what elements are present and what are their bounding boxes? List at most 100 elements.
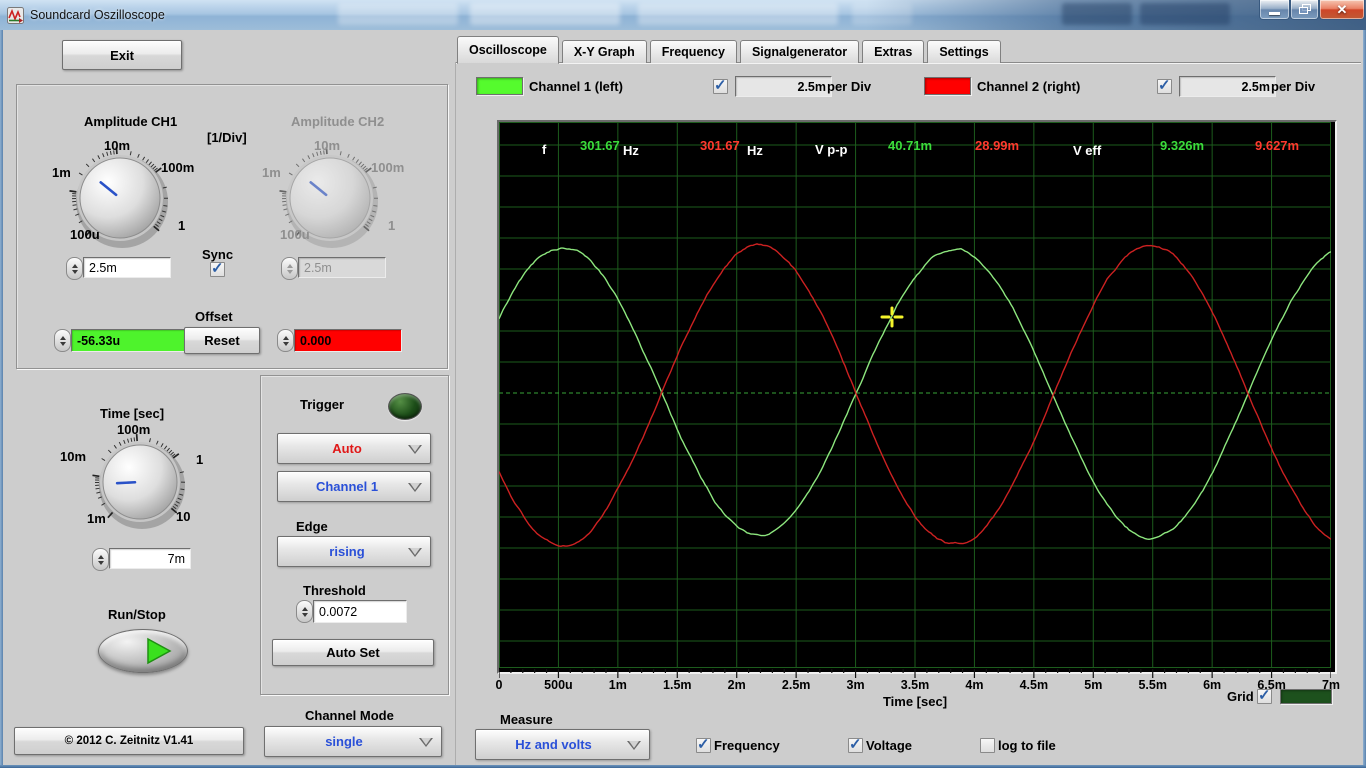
- auto-set-button[interactable]: Auto Set: [272, 639, 434, 666]
- minimize-button[interactable]: [1259, 0, 1290, 20]
- title-bar[interactable]: Soundcard Oszilloscope ✕: [0, 0, 1366, 30]
- trigger-edge-dropdown[interactable]: rising: [277, 536, 431, 567]
- knob-scale-label: 100m: [161, 160, 195, 175]
- channel1-color-swatch: [476, 77, 523, 95]
- knob-scale-label: 10m: [104, 138, 131, 153]
- x-tick-label: 500u: [544, 678, 573, 692]
- measurement-value: V eff: [1073, 143, 1102, 158]
- measurement-value: f: [542, 142, 547, 157]
- window-frame: [0, 30, 3, 768]
- log-to-file-checkbox[interactable]: [980, 738, 995, 753]
- amplitude-ch2-value[interactable]: 2.5m: [298, 257, 386, 278]
- tab-oscilloscope[interactable]: Oscilloscope: [457, 36, 559, 64]
- background-blur-shape: [1062, 3, 1132, 25]
- offset-reset-button[interactable]: Reset: [184, 327, 260, 354]
- restore-button[interactable]: [1290, 0, 1319, 20]
- offset-ch1-value[interactable]: -56.33u: [71, 329, 187, 352]
- oscilloscope-display[interactable]: f 301.67 Hz 301.67 Hz V p-p 40.71m 28.99m V eff 9…: [497, 120, 1337, 674]
- measurement-value: Hz: [623, 143, 639, 158]
- x-tick-label: 3.5m: [900, 678, 930, 692]
- amplitude-ch2-title: Amplitude CH2: [291, 114, 385, 129]
- waveform-channel-1-left-: [499, 247, 1331, 541]
- channel2-enable-checkbox[interactable]: [1157, 76, 1172, 94]
- background-blur-shape: [470, 3, 620, 25]
- edge-label: Edge: [296, 519, 328, 534]
- time-spinner[interactable]: [92, 548, 109, 571]
- measurement-value: 301.67: [700, 138, 740, 153]
- measurement-value: 28.99m: [975, 138, 1020, 153]
- sync-checkbox[interactable]: [210, 259, 225, 277]
- exit-button[interactable]: Exit: [62, 40, 182, 70]
- trigger-source-value: Channel 1: [315, 479, 379, 494]
- channel-mode-label: Channel Mode: [305, 708, 394, 723]
- amplitude-ch1-title: Amplitude CH1: [84, 114, 178, 129]
- measure-label: Measure: [500, 712, 553, 727]
- channel2-per-div-value[interactable]: 2.5m: [1179, 76, 1276, 97]
- x-tick-label: 4.5m: [1019, 678, 1049, 692]
- threshold-label: Threshold: [303, 583, 366, 598]
- offset-ch1-spinner[interactable]: [54, 329, 71, 352]
- channel1-per-div-value[interactable]: 2.5m: [735, 76, 832, 97]
- restore-icon: [1298, 4, 1311, 14]
- trigger-led-indicator: [388, 393, 422, 420]
- knob-scale-label: 10: [176, 509, 191, 524]
- tab-settings[interactable]: Settings: [927, 40, 1001, 63]
- channel-mode-dropdown[interactable]: single: [264, 726, 442, 757]
- amplitude-ch1-spinner[interactable]: [66, 257, 83, 280]
- amplitude-ch2-spinner[interactable]: [281, 257, 298, 280]
- voltage-label: Voltage: [866, 738, 912, 753]
- copyright-button[interactable]: © 2012 C. Zeitnitz V1.41: [14, 727, 244, 755]
- knob-scale-label: 1: [388, 218, 396, 233]
- run-stop-button[interactable]: [98, 629, 188, 673]
- measurement-value: 40.71m: [888, 138, 933, 153]
- app-icon: [7, 7, 24, 24]
- voltage-checkbox[interactable]: [848, 735, 863, 753]
- measurement-value: 9.326m: [1160, 138, 1205, 153]
- tab-signalgenerator[interactable]: Signalgenerator: [739, 40, 860, 63]
- time-value[interactable]: 7m: [109, 548, 191, 569]
- waveform-plot-area[interactable]: f 301.67 Hz 301.67 Hz V p-p 40.71m 28.99m V eff 9…: [499, 122, 1331, 668]
- grid-color-swatch[interactable]: [1280, 689, 1332, 704]
- x-tick-label: 6m: [1203, 678, 1222, 692]
- threshold-input[interactable]: 0.0072: [313, 600, 407, 623]
- tab-frequency[interactable]: Frequency: [649, 40, 737, 63]
- play-icon: [147, 637, 172, 665]
- knob-scale-label: 10m: [60, 449, 87, 464]
- channel2-per-div-label: per Div: [1271, 79, 1316, 94]
- x-tick-label: 4m: [965, 678, 984, 692]
- channel1-label: Channel 1 (left): [529, 79, 623, 94]
- x-axis-title: Time [sec]: [882, 694, 948, 709]
- tab-strip: Oscilloscope X-Y Graph Frequency Signalgene…: [457, 36, 1004, 64]
- knob-scale-label: 100m: [371, 160, 405, 175]
- trigger-source-dropdown[interactable]: Channel 1: [277, 471, 431, 502]
- channel1-per-div-label: per Div: [827, 79, 872, 94]
- close-icon: ✕: [1336, 1, 1348, 17]
- knob-scale-label: 100u: [70, 227, 100, 242]
- knob-scale-label: 100u: [280, 227, 310, 242]
- frequency-checkbox[interactable]: [696, 735, 711, 753]
- offset-ch2-spinner[interactable]: [277, 329, 294, 352]
- tab-extras[interactable]: Extras: [862, 40, 925, 63]
- amplitude-ch1-value[interactable]: 2.5m: [83, 257, 171, 278]
- run-stop-label: Run/Stop: [108, 607, 166, 622]
- x-tick-label: 0: [495, 678, 503, 692]
- channel1-enable-checkbox[interactable]: [713, 76, 728, 94]
- tab-x-y-graph[interactable]: X-Y Graph: [561, 40, 647, 63]
- measure-mode-dropdown[interactable]: Hz and volts: [475, 729, 650, 760]
- grid-checkbox[interactable]: [1257, 686, 1272, 704]
- section-divider: [455, 62, 456, 765]
- x-tick-label: 2m: [727, 678, 746, 692]
- threshold-spinner[interactable]: [296, 600, 313, 623]
- app-window: Soundcard Oszilloscope ✕ Oscilloscope X-Y…: [0, 0, 1366, 768]
- measurement-value: 9.627m: [1255, 138, 1300, 153]
- close-button[interactable]: ✕: [1319, 0, 1365, 20]
- log-to-file-label: log to file: [998, 738, 1056, 753]
- measurement-value: V p-p: [815, 142, 848, 157]
- x-tick-label: 1m: [608, 678, 627, 692]
- waveforms: [499, 243, 1331, 548]
- channel-mode-value: single: [325, 734, 363, 749]
- trigger-mode-dropdown[interactable]: Auto: [277, 433, 431, 464]
- offset-ch2-value[interactable]: 0.000: [294, 329, 402, 352]
- x-axis-tick-labels: 0 500u 1m 1.5m 2m 2.5m 3m 3.5m 4m 4.5m 5m 5.5m 6m 6.5…: [495, 678, 1341, 693]
- tab-strip-line: [455, 63, 1361, 64]
